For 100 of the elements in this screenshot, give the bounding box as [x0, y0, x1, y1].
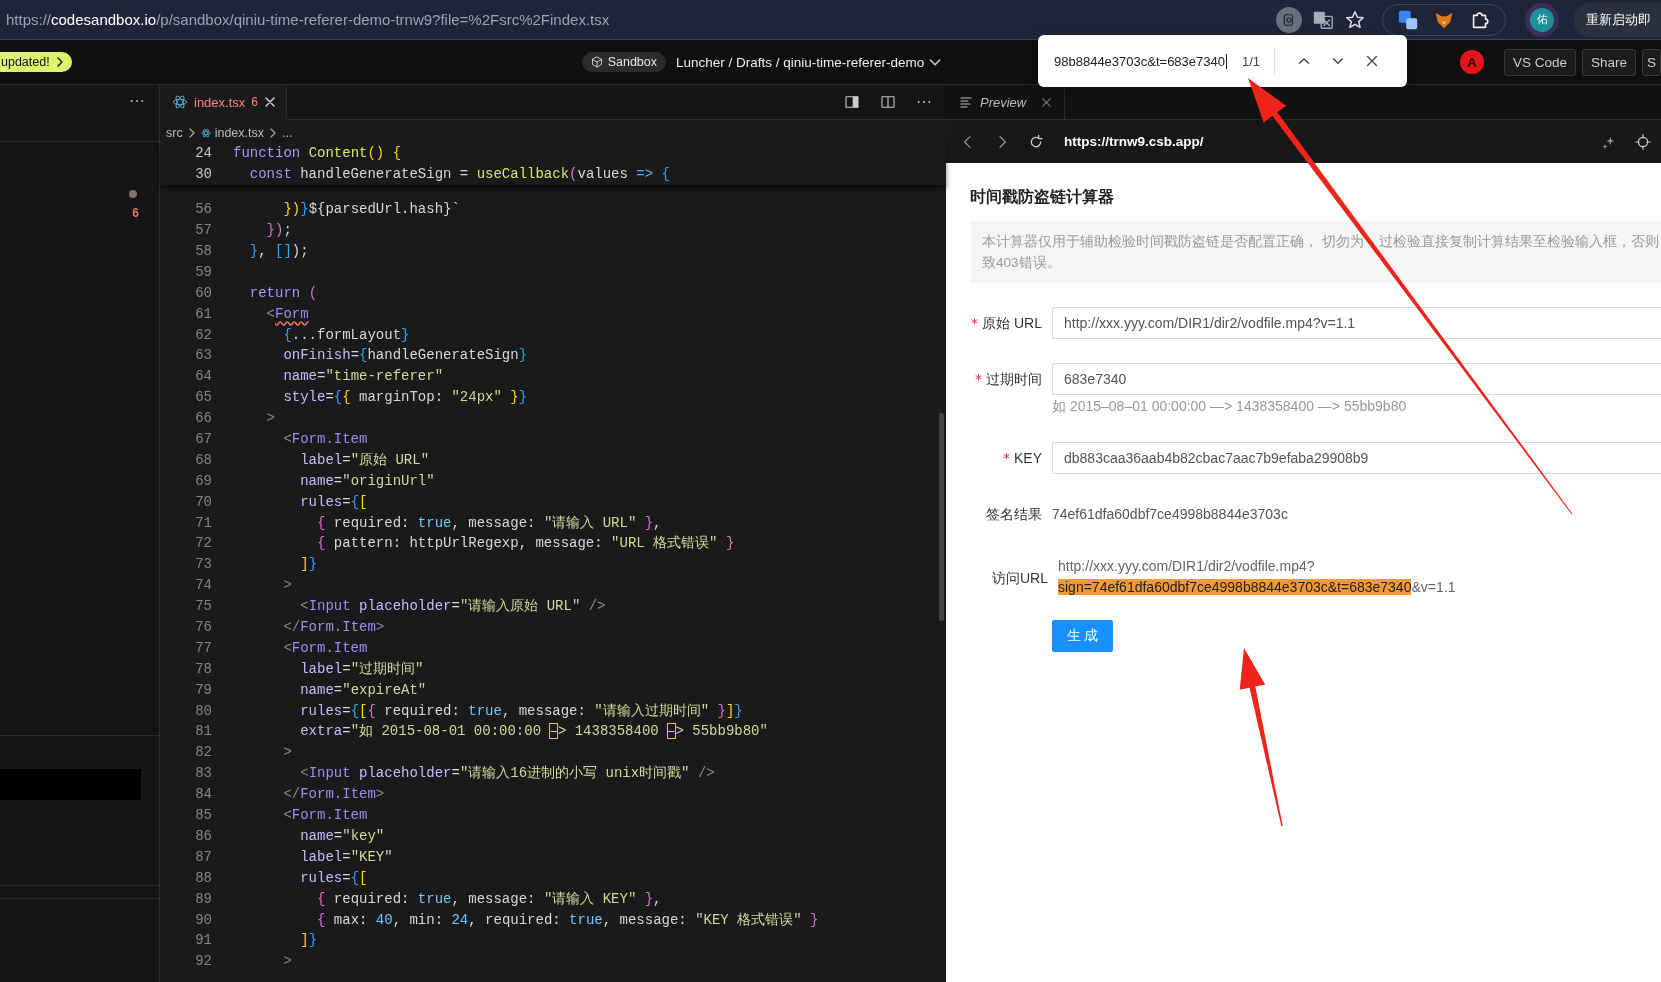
code-line: name="time-referer" — [282, 368, 444, 385]
access-url: http://xxx.yyy.com/DIR1/dir2/vodfile.mp4? sign=74ef61dfa60dbf7ce4998b8844e3703c&t=683e7340&v=1.1 — [1058, 557, 1456, 597]
line-number: 87 — [194, 848, 213, 865]
scrollbar-thumb[interactable] — [939, 413, 944, 621]
breadcrumb-item[interactable]: index.tsx — [214, 126, 264, 140]
panel-toggle-icon[interactable] — [844, 94, 860, 110]
notice-text: 致403错误。 — [982, 254, 1061, 272]
line-number: 74 — [194, 577, 213, 594]
notice-text: 过检验直接复制计算结果至检验输入框，否则 — [1378, 233, 1659, 251]
code-line: return ( — [248, 284, 318, 301]
code-line: name="key" — [299, 827, 385, 844]
code-line: const handleGenerateSign = useCallback(values => { — [248, 166, 670, 183]
line-number: 66 — [194, 410, 213, 427]
reload-icon[interactable] — [1028, 133, 1044, 150]
code-line: style={{ marginTop: "24px" }} — [282, 389, 528, 406]
code-line: > — [282, 577, 292, 594]
required-mark: * — [975, 371, 982, 387]
code-line: label="过期时间" — [299, 659, 424, 678]
input-field[interactable]: db883caa36aab4b82cbac7aac7b9efaba29908b9 — [1052, 442, 1661, 474]
line-number: 86 — [194, 827, 213, 844]
code-line: <Input placeholder="请输入原始 URL" /> — [299, 597, 606, 616]
sandbox-breadcrumb[interactable]: Luncher / Drafts / qiniu-time-referer-demo — [676, 54, 925, 70]
update-badge[interactable]: updated! — [0, 52, 72, 72]
field-label: 访问URL — [992, 570, 1048, 586]
code-line: { max: 40, min: 24, required: true, message: "KEY 格式错误" } — [316, 910, 819, 929]
line-number: 69 — [194, 472, 213, 489]
code-line: rules={[ — [299, 869, 368, 886]
line-number: 57 — [194, 222, 213, 239]
line-number: 91 — [194, 932, 213, 949]
line-number: 81 — [194, 723, 213, 740]
code-line: function Content() { — [233, 145, 402, 162]
file-tab[interactable]: index.tsx 6 — [160, 84, 287, 120]
preview-url[interactable]: https://trnw9.csb.app/ — [1064, 134, 1204, 149]
line-number: 78 — [194, 660, 213, 677]
field-label: 过期时间 — [986, 371, 1042, 387]
star-icon[interactable] — [1344, 8, 1366, 31]
line-number: 67 — [194, 431, 213, 447]
lines-icon — [960, 96, 972, 108]
line-number: 61 — [194, 305, 213, 322]
line-number: 72 — [194, 535, 213, 552]
line-number: 56 — [194, 201, 213, 218]
line-number: 92 — [194, 953, 213, 970]
code-line: <Form.Item — [282, 431, 368, 447]
code-line: label="原始 URL" — [299, 450, 430, 469]
header-button[interactable]: Share — [1581, 48, 1636, 76]
code-line: }); — [265, 222, 292, 239]
code-line: name="expireAt" — [299, 681, 427, 698]
code-line: label="KEY" — [299, 848, 393, 865]
find-input[interactable]: 98b8844e3703c&t=683e7340 — [1054, 53, 1227, 69]
line-number: 63 — [194, 347, 213, 364]
line-number: 77 — [194, 639, 213, 656]
sandbox-badge: Sandbox — [581, 52, 667, 72]
lens-icon[interactable] — [1276, 6, 1302, 33]
code-line: <Input placeholder="请输入16进制的小写 unix时间戳" /> — [299, 764, 715, 783]
react-icon — [172, 94, 188, 110]
code-line: > — [265, 410, 275, 427]
line-number: 83 — [194, 765, 213, 782]
line-number: 64 — [194, 368, 213, 385]
translate-icon[interactable] — [1397, 8, 1419, 31]
line-number: 59 — [194, 263, 213, 280]
line-number: 60 — [194, 284, 213, 301]
crosshair-icon[interactable] — [1635, 133, 1651, 150]
code-line: name="originUrl" — [299, 472, 435, 489]
line-number: 65 — [194, 389, 213, 406]
address-bar-url[interactable]: https://codesandbox.io/p/sandbox/qiniu-time-referer-demo-trnw9?file=%2Fsrc%2Findex.tsx — [0, 11, 610, 28]
field-hint: 如 2015–08–01 00:00:00 —> 1438358400 —> 55bb9b80 — [1052, 398, 1408, 416]
line-number: 24 — [194, 145, 213, 162]
breadcrumb-item[interactable]: ... — [282, 126, 293, 140]
code-line: > — [282, 953, 292, 970]
line-number: 84 — [194, 786, 213, 803]
react-icon — [200, 128, 211, 138]
code-line: onFinish={handleGenerateSign} — [282, 347, 528, 364]
required-mark: * — [971, 315, 979, 331]
split-editor-icon[interactable] — [880, 94, 896, 110]
line-number: 79 — [194, 681, 213, 698]
input-field[interactable]: 683e7340 — [1052, 363, 1661, 395]
code-line: { pattern: httpUrlRegexp, message: "URL 格式错误" } — [316, 534, 735, 553]
field-label: 签名结果 — [986, 506, 1042, 522]
header-button[interactable]: VS Code — [1503, 48, 1576, 76]
line-number: 89 — [194, 890, 213, 907]
code-line: > — [282, 744, 292, 761]
relaunch-button[interactable]: 重新启动即 — [1574, 2, 1661, 37]
line-number: 80 — [194, 702, 213, 719]
line-number: 70 — [194, 493, 213, 510]
line-number: 82 — [194, 744, 213, 761]
line-number: 90 — [194, 911, 213, 928]
line-number: 76 — [194, 619, 213, 636]
code-line: <Form.Item — [282, 807, 368, 824]
header-button[interactable]: S — [1642, 48, 1661, 76]
line-number: 58 — [194, 243, 213, 259]
input-field[interactable]: http://xxx.yyy.com/DIR1/dir2/vodfile.mp4?v=1.1 — [1052, 307, 1661, 339]
line-number: 30 — [194, 166, 213, 183]
code-line: rules={[ — [299, 493, 368, 510]
line-number: 71 — [194, 514, 213, 531]
breadcrumb-item[interactable]: src — [166, 126, 183, 140]
code-line: <Form.Item — [282, 639, 368, 656]
user-avatar[interactable]: A — [1459, 50, 1484, 74]
modified-dot — [129, 190, 137, 198]
code-line: ]} — [299, 556, 318, 573]
code-line: </Form.Item> — [282, 786, 385, 803]
